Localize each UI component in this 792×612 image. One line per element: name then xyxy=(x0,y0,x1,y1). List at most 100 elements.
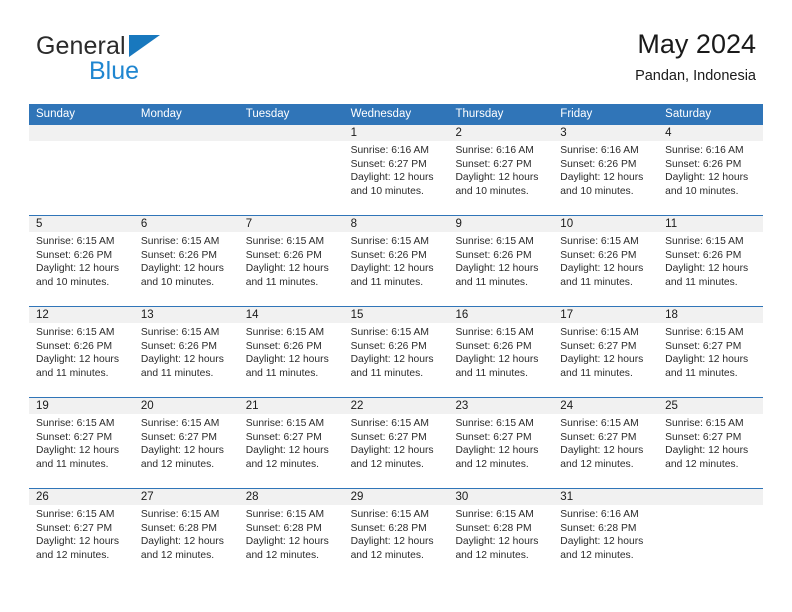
daylight-text-line1: Daylight: 12 hours xyxy=(665,445,749,457)
sunset-text: Sunset: 6:27 PM xyxy=(455,158,532,170)
calendar-day-cell[interactable]: 20 Sunrise: 6:15 AM Sunset: 6:27 PM Dayligh… xyxy=(134,398,239,488)
calendar-day-cell[interactable]: 14 Sunrise: 6:15 AM Sunset: 6:26 PM Dayligh… xyxy=(239,307,344,397)
sunrise-text: Sunrise: 6:15 AM xyxy=(560,418,639,429)
calendar-week-row: 1 Sunrise: 6:16 AM Sunset: 6:27 PM Daylight… xyxy=(29,125,763,215)
sunrise-text: Sunrise: 6:15 AM xyxy=(245,327,325,338)
sunrise-text: Sunrise: 6:15 AM xyxy=(350,236,429,247)
sunset-text: Sunset: 6:27 PM xyxy=(36,431,113,443)
calendar-day-cell[interactable]: 22 Sunrise: 6:15 AM Sunset: 6:27 PM Dayligh… xyxy=(344,398,449,488)
daylight-text-line1: Daylight: 12 hours xyxy=(560,263,644,275)
calendar-week-cells: 5 Sunrise: 6:15 AM Sunset: 6:26 PM Daylight… xyxy=(29,216,763,306)
sunset-text: Sunset: 6:28 PM xyxy=(245,522,322,534)
weekday-header-saturday: Saturday xyxy=(665,108,712,120)
sunset-text: Sunset: 6:27 PM xyxy=(36,522,113,534)
calendar-day-cell[interactable]: 18 Sunrise: 6:15 AM Sunset: 6:27 PM Dayligh… xyxy=(658,307,763,397)
calendar-day-cell[interactable]: 19 Sunrise: 6:15 AM Sunset: 6:27 PM Dayligh… xyxy=(29,398,134,488)
calendar-day-cell[interactable]: 29 Sunrise: 6:15 AM Sunset: 6:28 PM Dayligh… xyxy=(344,489,449,579)
sunset-text: Sunset: 6:26 PM xyxy=(245,249,322,261)
calendar-day-cell[interactable]: 11 Sunrise: 6:15 AM Sunset: 6:26 PM Dayligh… xyxy=(658,216,763,306)
calendar-day-cell[interactable]: 8 Sunrise: 6:15 AM Sunset: 6:26 PM Daylight… xyxy=(344,216,449,306)
calendar-day-cell[interactable]: 28 Sunrise: 6:15 AM Sunset: 6:28 PM Dayligh… xyxy=(239,489,344,579)
sunrise-text: Sunrise: 6:15 AM xyxy=(140,327,220,338)
daylight-text-line2: and 12 minutes. xyxy=(245,458,319,470)
calendar-day-cell[interactable]: 16 Sunrise: 6:15 AM Sunset: 6:26 PM Dayligh… xyxy=(448,307,553,397)
sunrise-text: Sunrise: 6:16 AM xyxy=(455,145,534,156)
sunset-text: Sunset: 6:28 PM xyxy=(455,522,532,534)
calendar-day-cell[interactable]: 12 Sunrise: 6:15 AM Sunset: 6:26 PM Dayligh… xyxy=(29,307,134,397)
day-number: 25 xyxy=(665,400,678,412)
sunrise-text: Sunrise: 6:15 AM xyxy=(36,236,115,247)
day-details: Sunrise: 6:15 AM Sunset: 6:26 PM Daylight:… xyxy=(665,235,763,289)
daylight-text-line1: Daylight: 12 hours xyxy=(665,263,749,275)
sunset-text: Sunset: 6:28 PM xyxy=(560,522,637,534)
daylight-text-line1: Daylight: 12 hours xyxy=(455,536,539,548)
calendar-day-cell[interactable]: 31 Sunrise: 6:16 AM Sunset: 6:28 PM Dayligh… xyxy=(553,489,658,579)
calendar-day-cell[interactable]: 27 Sunrise: 6:15 AM Sunset: 6:28 PM Dayligh… xyxy=(134,489,239,579)
sunrise-text: Sunrise: 6:15 AM xyxy=(455,509,534,520)
calendar-day-cell[interactable]: 7 Sunrise: 6:15 AM Sunset: 6:26 PM Daylight… xyxy=(239,216,344,306)
sunset-text: Sunset: 6:27 PM xyxy=(560,431,637,443)
sunset-text: Sunset: 6:26 PM xyxy=(140,340,217,352)
daylight-text-line2: and 11 minutes. xyxy=(350,367,424,379)
day-number: 12 xyxy=(36,309,49,321)
calendar-day-cell[interactable]: 5 Sunrise: 6:15 AM Sunset: 6:26 PM Daylight… xyxy=(29,216,134,306)
calendar-day-cell[interactable]: 30 Sunrise: 6:15 AM Sunset: 6:28 PM Dayligh… xyxy=(448,489,553,579)
daylight-text-line2: and 12 minutes. xyxy=(36,549,110,561)
day-number: 8 xyxy=(350,218,357,230)
daylight-text-line2: and 12 minutes. xyxy=(560,549,634,561)
calendar-day-cell[interactable]: 26 Sunrise: 6:15 AM Sunset: 6:27 PM Dayligh… xyxy=(29,489,134,579)
day-details: Sunrise: 6:15 AM Sunset: 6:27 PM Daylight:… xyxy=(351,417,449,471)
daylight-text-line2: and 10 minutes. xyxy=(36,276,110,288)
daylight-text-line1: Daylight: 12 hours xyxy=(560,536,644,548)
sunrise-text: Sunrise: 6:15 AM xyxy=(140,236,220,247)
daylight-text-line2: and 11 minutes. xyxy=(245,367,319,379)
calendar-day-cell[interactable]: 10 Sunrise: 6:15 AM Sunset: 6:26 PM Dayligh… xyxy=(553,216,658,306)
sunrise-text: Sunrise: 6:15 AM xyxy=(140,509,220,520)
daylight-text-line2: and 11 minutes. xyxy=(455,367,528,379)
calendar-day-cell[interactable]: 3 Sunrise: 6:16 AM Sunset: 6:26 PM Daylight… xyxy=(553,125,658,215)
calendar-day-cell[interactable]: 23 Sunrise: 6:15 AM Sunset: 6:27 PM Dayligh… xyxy=(448,398,553,488)
calendar-day-cell[interactable]: 21 Sunrise: 6:15 AM Sunset: 6:27 PM Dayligh… xyxy=(239,398,344,488)
day-details: Sunrise: 6:15 AM Sunset: 6:26 PM Daylight:… xyxy=(455,326,553,380)
calendar-day-cell[interactable]: 1 Sunrise: 6:16 AM Sunset: 6:27 PM Daylight… xyxy=(344,125,449,215)
daylight-text-line1: Daylight: 12 hours xyxy=(455,354,539,366)
triangle-icon xyxy=(129,35,160,57)
calendar-week-row: 19 Sunrise: 6:15 AM Sunset: 6:27 PM Dayligh… xyxy=(29,397,763,488)
daylight-text-line1: Daylight: 12 hours xyxy=(140,445,224,457)
daylight-text-line1: Daylight: 12 hours xyxy=(140,536,224,548)
sunset-text: Sunset: 6:26 PM xyxy=(350,340,427,352)
day-details: Sunrise: 6:16 AM Sunset: 6:27 PM Daylight:… xyxy=(455,144,553,198)
page-title: May 2024 xyxy=(637,29,756,59)
calendar-day-cell[interactable]: 24 Sunrise: 6:15 AM Sunset: 6:27 PM Dayligh… xyxy=(553,398,658,488)
daylight-text-line1: Daylight: 12 hours xyxy=(36,263,119,275)
weekday-header-wednesday: Wednesday xyxy=(350,108,412,120)
calendar-week-row: 12 Sunrise: 6:15 AM Sunset: 6:26 PM Dayligh… xyxy=(29,306,763,397)
daylight-text-line1: Daylight: 12 hours xyxy=(350,445,434,457)
day-details: Sunrise: 6:15 AM Sunset: 6:27 PM Daylight:… xyxy=(141,417,239,471)
day-details: Sunrise: 6:15 AM Sunset: 6:27 PM Daylight:… xyxy=(246,417,344,471)
day-details: Sunrise: 6:15 AM Sunset: 6:27 PM Daylight:… xyxy=(36,417,134,471)
calendar-week-row: 5 Sunrise: 6:15 AM Sunset: 6:26 PM Daylight… xyxy=(29,215,763,306)
sunrise-text: Sunrise: 6:15 AM xyxy=(36,509,115,520)
weekday-header-thursday: Thursday xyxy=(455,108,504,120)
daylight-text-line1: Daylight: 12 hours xyxy=(560,172,644,184)
day-details: Sunrise: 6:15 AM Sunset: 6:27 PM Daylight:… xyxy=(560,326,658,380)
sunrise-text: Sunrise: 6:15 AM xyxy=(245,236,325,247)
day-details: Sunrise: 6:16 AM Sunset: 6:26 PM Daylight:… xyxy=(560,144,658,198)
calendar-day-cell[interactable]: 25 Sunrise: 6:15 AM Sunset: 6:27 PM Dayligh… xyxy=(658,398,763,488)
daylight-text-line1: Daylight: 12 hours xyxy=(455,445,539,457)
brand-logo[interactable]: General Blue xyxy=(36,32,256,88)
calendar-day-cell[interactable]: 17 Sunrise: 6:15 AM Sunset: 6:27 PM Dayligh… xyxy=(553,307,658,397)
day-details: Sunrise: 6:15 AM Sunset: 6:26 PM Daylight:… xyxy=(246,326,344,380)
day-number: 10 xyxy=(560,218,574,230)
calendar-day-cell[interactable]: 6 Sunrise: 6:15 AM Sunset: 6:26 PM Daylight… xyxy=(134,216,239,306)
calendar-day-cell[interactable]: 2 Sunrise: 6:16 AM Sunset: 6:27 PM Daylight… xyxy=(448,125,553,215)
calendar-day-cell[interactable]: 15 Sunrise: 6:15 AM Sunset: 6:26 PM Dayligh… xyxy=(344,307,449,397)
calendar-day-cell[interactable]: 13 Sunrise: 6:15 AM Sunset: 6:26 PM Dayligh… xyxy=(134,307,239,397)
weekday-header-friday: Friday xyxy=(560,108,593,120)
calendar-day-cell[interactable]: 4 Sunrise: 6:16 AM Sunset: 6:26 PM Daylight… xyxy=(658,125,763,215)
daylight-text-line1: Daylight: 12 hours xyxy=(560,354,644,366)
sunrise-text: Sunrise: 6:15 AM xyxy=(350,509,429,520)
calendar-day-cell[interactable]: 9 Sunrise: 6:15 AM Sunset: 6:26 PM Daylight… xyxy=(448,216,553,306)
sunset-text: Sunset: 6:27 PM xyxy=(455,431,532,443)
